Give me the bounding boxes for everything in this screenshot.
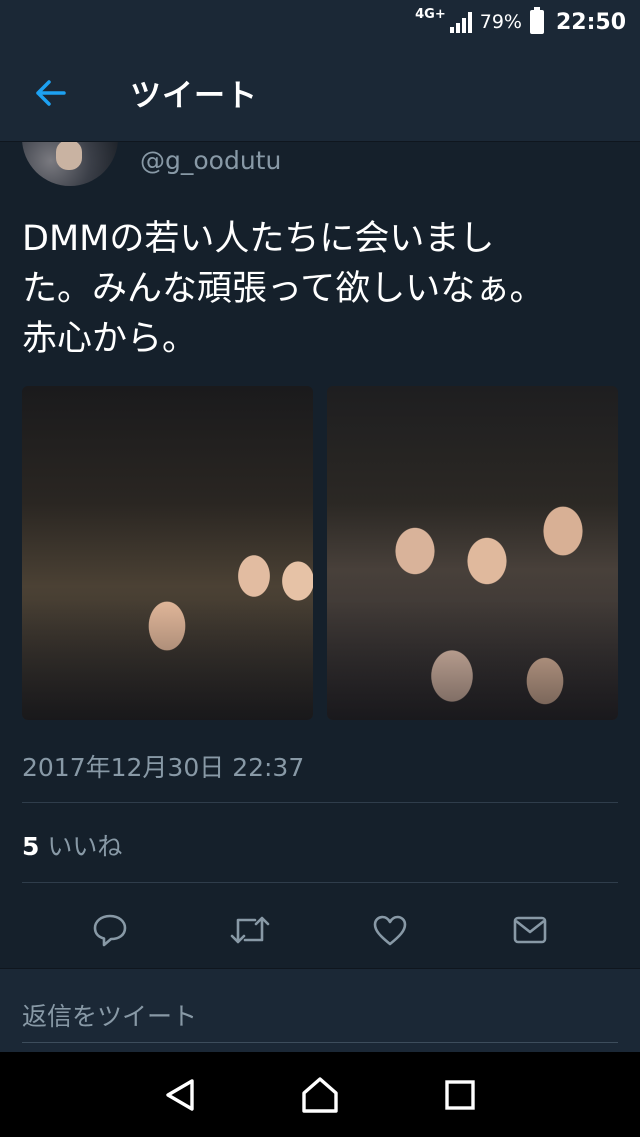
like-button[interactable] [350,894,430,966]
system-nav-bar [0,1052,640,1137]
divider [22,802,618,803]
status-bar: 4G+ 79% 22:50 [0,0,640,44]
nav-home-icon [302,1076,338,1113]
avatar[interactable] [22,142,118,186]
reply-icon [93,914,127,947]
retweet-button[interactable] [210,894,290,966]
like-heart-icon [373,915,407,946]
photo-shade [327,600,618,720]
likes-count: 5 [22,832,40,861]
reply-input[interactable] [22,991,618,1043]
battery-percent: 79% [479,11,522,33]
photo-1[interactable] [22,386,313,720]
nav-back-icon [166,1078,194,1111]
back-arrow-icon [36,79,66,106]
author-row[interactable] [22,142,118,186]
reply-bar [0,968,640,1052]
network-type: 4G+ [415,6,446,22]
photo-2[interactable] [327,386,618,720]
likes-summary[interactable]: 5 いいね [22,827,122,863]
photo-shade [22,600,313,720]
signal-icon [449,11,472,33]
likes-label: いいね [47,832,123,861]
nav-back-button[interactable] [140,1055,220,1135]
back-button[interactable] [0,44,100,142]
tweet-timestamp: 2017年12月30日 22:37 [22,753,305,782]
tweet-actions [0,894,640,966]
nav-recents-icon [445,1079,475,1110]
divider [22,882,618,883]
tweet-text: DMMの若い人たちに会いまし た。みんな頑張って欲しいなぁ。 赤心から。 [22,219,545,359]
top-app-bar: ツイート [0,44,640,142]
author-handle[interactable]: @g_oodutu [140,146,281,175]
media-grid [22,386,618,720]
tweet-detail: @g_oodutu DMMの若い人たちに会いまし た。みんな頑張って欲しいなぁ。… [0,142,640,1052]
screen: 4G+ 79% 22:50 ツイート @g_oodutu DMMの若い人たちに会… [0,0,640,1137]
status-clock: 22:50 [555,9,626,35]
retweet-icon [230,916,270,944]
reply-button[interactable] [70,894,150,966]
nav-recents-button[interactable] [420,1055,500,1135]
direct-message-icon [513,916,547,944]
battery-icon [529,7,544,34]
page-title: ツイート [130,78,258,114]
nav-home-button[interactable] [280,1055,360,1135]
direct-message-button[interactable] [490,894,570,966]
